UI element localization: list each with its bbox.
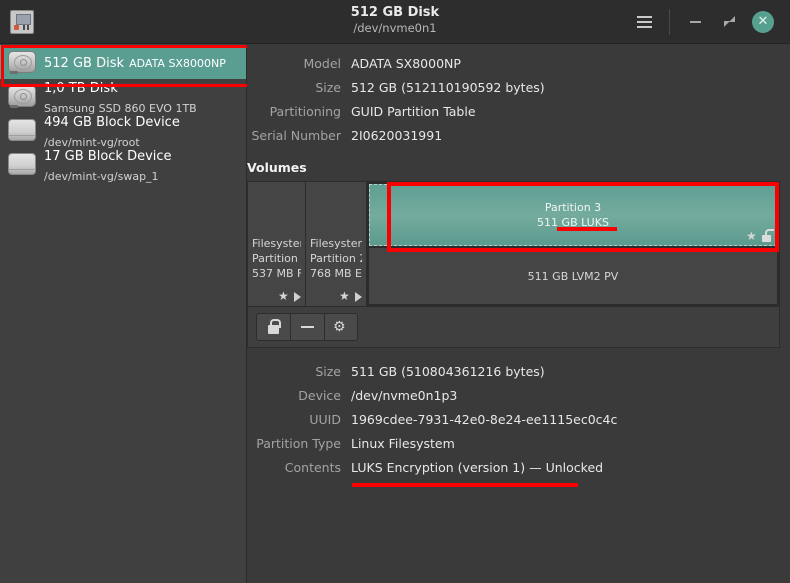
star-icon: ★ xyxy=(339,289,350,303)
row-value: LUKS Encryption (version 1) — Unlocked xyxy=(351,460,604,475)
table-row: Size 511 GB (510804361216 bytes) xyxy=(247,360,790,384)
minus-icon xyxy=(301,326,314,328)
row-value: Linux Filesystem xyxy=(351,436,455,451)
hard-disk-icon xyxy=(8,51,36,74)
table-row: Size 512 GB (512110190592 bytes) xyxy=(247,76,790,100)
restore-icon xyxy=(723,16,735,27)
sidebar-item-17gb-block-device[interactable]: 17 GB Block Device /dev/mint-vg/swap_1 xyxy=(0,147,246,183)
lock-volume-button[interactable] xyxy=(256,313,290,341)
volume-info-table: Size 511 GB (510804361216 bytes) Device … xyxy=(247,360,790,487)
tile-line-2: Partition 1... xyxy=(252,252,301,265)
tile-badges: ★ xyxy=(310,289,362,303)
main-panel: Model ADATA SX8000NP Size 512 GB (512110… xyxy=(247,44,790,583)
volume-tile-partition-2[interactable]: Filesystem Partition 2 768 MB Ext4 ★ xyxy=(306,182,367,306)
row-key: Partition Type xyxy=(256,436,341,451)
gears-icon: ⚙ xyxy=(333,319,346,335)
row-value: 1969cdee-7931-42e0-8e24-ee1115ec0c4c xyxy=(351,412,618,427)
row-value: 511 GB (510804361216 bytes) xyxy=(351,364,545,379)
tile-line-2: Partition 2 xyxy=(310,252,362,265)
drive-info-table: Model ADATA SX8000NP Size 512 GB (512110… xyxy=(247,52,790,148)
star-icon: ★ xyxy=(746,229,757,243)
table-row: Model ADATA SX8000NP xyxy=(247,52,790,76)
maximize-button[interactable] xyxy=(712,0,746,44)
volumes-toolbar: ⚙ xyxy=(248,306,779,347)
row-value: ADATA SX8000NP xyxy=(351,56,461,71)
volumes-section-title: Volumes xyxy=(247,160,307,175)
tile-badges: ★ xyxy=(746,229,774,243)
table-row: UUID 1969cdee-7931-42e0-8e24-ee1115ec0c4… xyxy=(247,408,790,432)
tile-line-3: 537 MB FAT xyxy=(252,267,301,280)
close-button[interactable]: ✕ xyxy=(746,0,780,44)
app-menu-button[interactable] xyxy=(627,0,661,44)
annotation-underline-luks xyxy=(557,227,617,231)
block-device-icon xyxy=(8,119,36,141)
volume-column-partition-3: Partition 3 511 GB LUKS ★ 511 GB LVM2 PV xyxy=(367,182,779,306)
sidebar-item-512gb-disk[interactable]: 512 GB Disk ADATA SX8000NP xyxy=(0,45,246,79)
row-key: Partitioning xyxy=(269,104,341,119)
row-value: /dev/nvme0n1p3 xyxy=(351,388,458,403)
volume-tile-lvm2-pv[interactable]: 511 GB LVM2 PV xyxy=(369,248,777,304)
table-row: Device /dev/nvme0n1p3 xyxy=(247,384,790,408)
unlocked-padlock-icon xyxy=(762,229,774,242)
sidebar-item-title: 1,0 TB Disk xyxy=(44,80,118,96)
row-key: Size xyxy=(315,364,341,379)
row-key: Device xyxy=(298,388,341,403)
tile-line-3: 768 MB Ext4 xyxy=(310,267,362,280)
table-row: Partition Type Linux Filesystem xyxy=(247,432,790,456)
play-icon xyxy=(355,291,362,302)
play-icon xyxy=(294,291,301,302)
divider xyxy=(669,8,670,35)
hard-disk-icon xyxy=(8,85,36,108)
titlebar: 512 GB Disk /dev/nvme0n1 ✕ xyxy=(0,0,790,44)
star-icon: ★ xyxy=(278,289,289,303)
table-row: Serial Number 2I0620031991 xyxy=(247,124,790,148)
sidebar-item-494gb-block-device[interactable]: 494 GB Block Device /dev/mint-vg/root xyxy=(0,113,246,149)
minimize-button[interactable] xyxy=(678,0,712,44)
window-body: 512 GB Disk ADATA SX8000NP 1,0 TB Disk S… xyxy=(0,44,790,583)
volume-tile-partition-1[interactable]: Filesystem Partition 1... 537 MB FAT ★ xyxy=(248,182,306,306)
volumes-grid: Filesystem Partition 1... 537 MB FAT ★ F… xyxy=(248,182,779,306)
sidebar-item-subtitle: ADATA SX8000NP xyxy=(129,57,226,70)
hamburger-icon xyxy=(636,15,652,28)
row-key: UUID xyxy=(309,412,341,427)
lock-icon xyxy=(268,319,281,334)
annotation-underline-contents xyxy=(352,483,578,487)
additional-options-button[interactable]: ⚙ xyxy=(324,313,358,341)
sidebar-item-title: 17 GB Block Device xyxy=(44,148,172,164)
tile-badges: ★ xyxy=(252,289,301,303)
row-value: 2I0620031991 xyxy=(351,128,443,143)
row-key: Model xyxy=(303,56,341,71)
minimize-icon xyxy=(689,20,701,23)
lvm-label: 511 GB LVM2 PV xyxy=(527,269,619,283)
row-key: Size xyxy=(315,80,341,95)
table-row: Contents LUKS Encryption (version 1) — U… xyxy=(247,456,790,480)
device-sidebar: 512 GB Disk ADATA SX8000NP 1,0 TB Disk S… xyxy=(0,44,252,583)
sidebar-item-1tb-disk[interactable]: 1,0 TB Disk Samsung SSD 860 EVO 1TB xyxy=(0,79,246,115)
block-device-icon xyxy=(8,153,36,175)
sidebar-item-subtitle: /dev/mint-vg/swap_1 xyxy=(44,169,159,183)
row-key: Contents xyxy=(284,460,341,475)
partition-name: Partition 3 xyxy=(544,201,602,214)
row-value: GUID Partition Table xyxy=(351,104,476,119)
window-controls: ✕ xyxy=(627,0,790,43)
close-icon: ✕ xyxy=(752,10,774,33)
row-key: Serial Number xyxy=(251,128,341,143)
tile-line-1: Filesystem xyxy=(252,237,301,250)
volumes-widget: Filesystem Partition 1... 537 MB FAT ★ F… xyxy=(247,181,780,348)
sidebar-item-title: 512 GB Disk xyxy=(44,56,124,71)
row-value: 512 GB (512110190592 bytes) xyxy=(351,80,545,95)
table-row: Partitioning GUID Partition Table xyxy=(247,100,790,124)
volume-tile-partition-3[interactable]: Partition 3 511 GB LUKS ★ xyxy=(369,184,777,246)
delete-partition-button[interactable] xyxy=(290,313,324,341)
tile-line-1: Filesystem xyxy=(310,237,362,250)
disk-utility-icon xyxy=(10,9,34,34)
sidebar-item-title: 494 GB Block Device xyxy=(44,114,180,130)
